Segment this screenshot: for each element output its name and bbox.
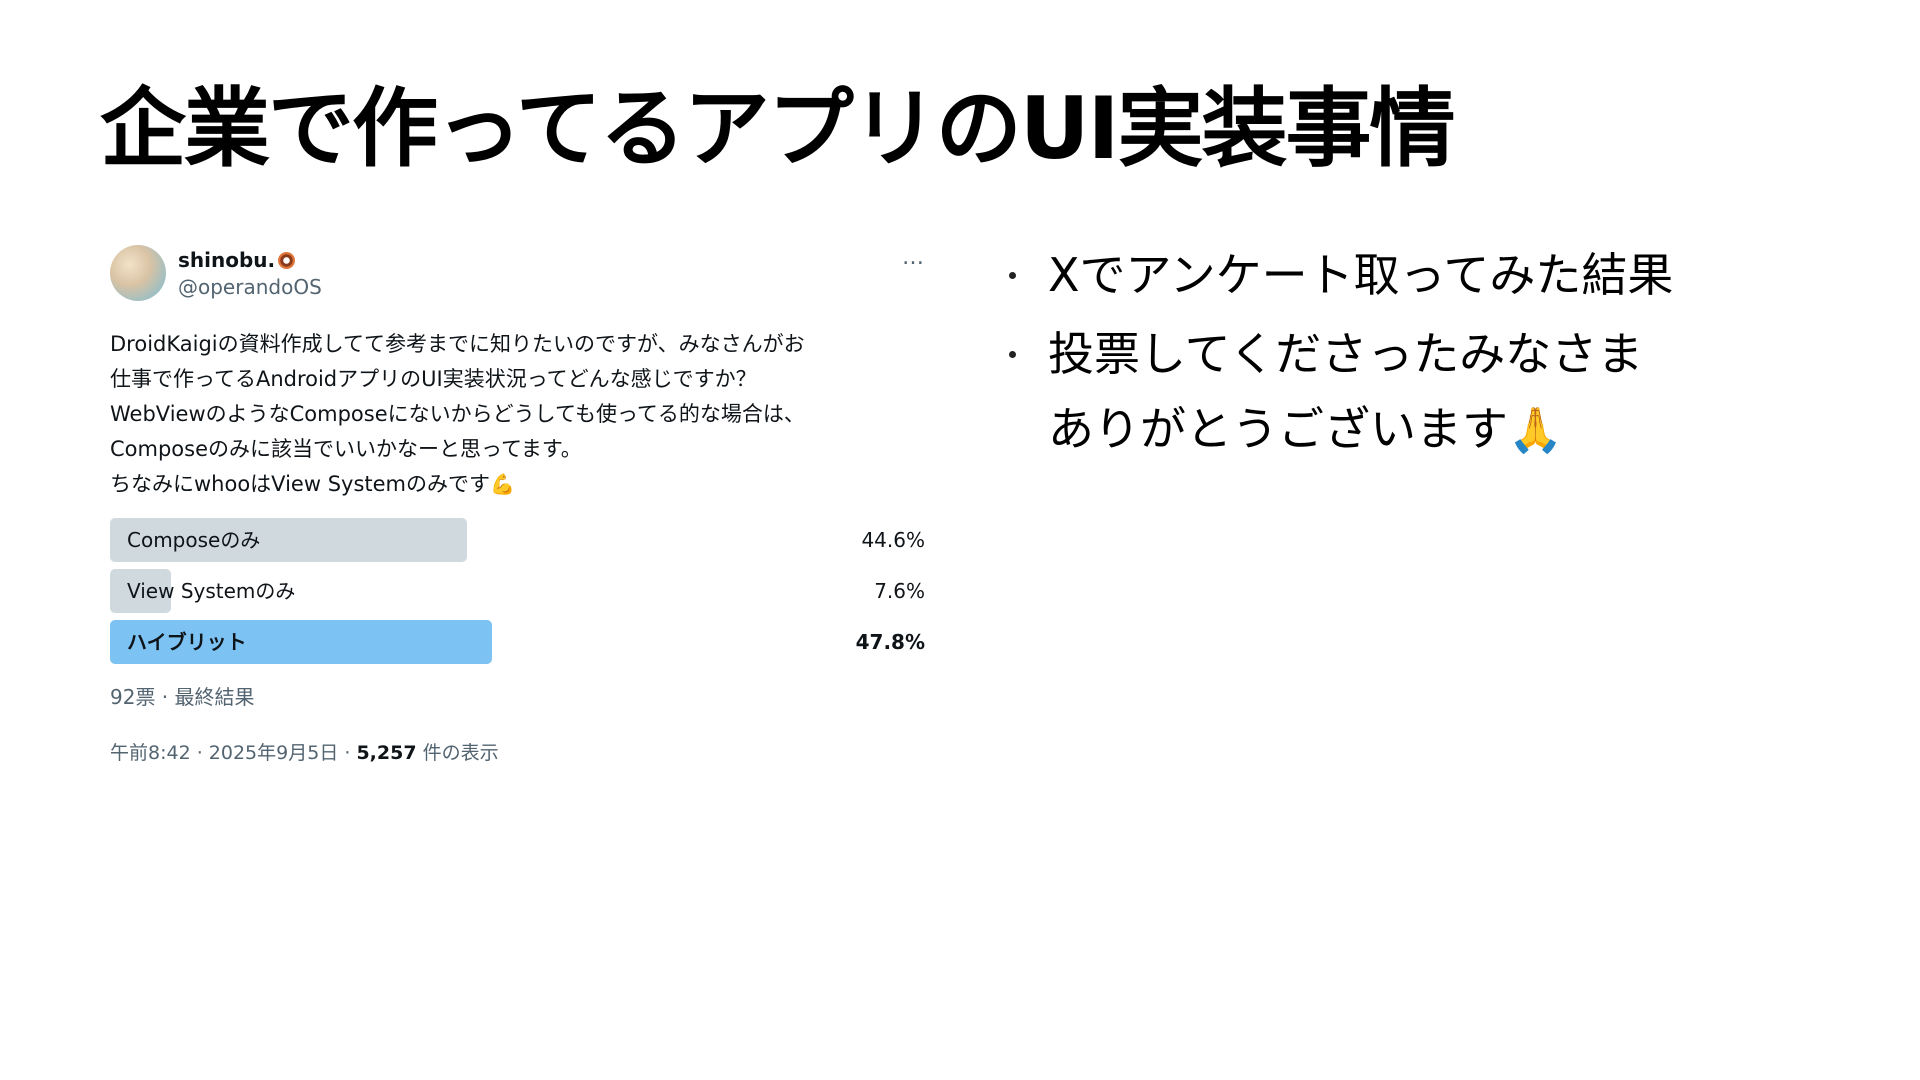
tweet-card: shinobu. @operandoOS … DroidKaigiの資料作成して… xyxy=(110,245,925,765)
view-count-label: 件の表示 xyxy=(416,742,499,764)
poll-option-percent: 44.6% xyxy=(861,528,925,552)
tweet-header: shinobu. @operandoOS … xyxy=(110,245,925,305)
poll-option-compose: Composeのみ 44.6% xyxy=(110,518,925,562)
bullet-text: Xでアンケート取ってみた結果 xyxy=(1048,248,1674,302)
folded-hands-icon: 🙏 xyxy=(1508,405,1563,456)
poll-option-hybrid: ハイブリット 47.8% xyxy=(110,620,925,664)
user-name-text: shinobu. xyxy=(178,248,276,272)
bullet-dot xyxy=(1009,351,1016,358)
tweet-text-line-text: ちなみにwhooはView Systemのみです xyxy=(110,472,490,496)
slide-title: 企業で作ってるアプリのUI実装事情 xyxy=(100,79,1456,179)
tweet-timestamp[interactable]: 午前8:42 · 2025年9月5日 · xyxy=(110,742,356,764)
view-count: 5,257 xyxy=(356,742,417,764)
more-options-icon[interactable]: … xyxy=(902,245,925,270)
donut-icon xyxy=(278,252,296,269)
poll-option-percent: 7.6% xyxy=(874,579,925,603)
poll: Composeのみ 44.6% View Systemのみ 7.6% ハイブリッ… xyxy=(110,518,925,664)
user-handle[interactable]: @operandoOS xyxy=(178,275,322,299)
poll-option-label: ハイブリット xyxy=(127,630,247,654)
bullet-text-line-2: ありがとうございます🙏 xyxy=(1048,392,1883,468)
tweet-text: DroidKaigiの資料作成してて参考までに知りたいのですが、みなさんがお 仕… xyxy=(110,327,925,502)
bullet-list: Xでアンケート取ってみた結果 投票してくださったみなさま ありがとうございます🙏 xyxy=(1003,238,1883,468)
bullet-item: Xでアンケート取ってみた結果 xyxy=(1003,238,1883,313)
poll-option-percent: 47.8% xyxy=(855,630,925,654)
bullet-dot xyxy=(1009,272,1016,279)
tweet-text-line: 仕事で作ってるAndroidアプリのUI実装状況ってどんな感じですか？ xyxy=(110,367,757,391)
bullet-item: 投票してくださったみなさま ありがとうございます🙏 xyxy=(1003,317,1883,468)
poll-option-label: Composeのみ xyxy=(127,528,261,552)
bullet-text: 投票してくださったみなさま xyxy=(1048,327,1644,381)
user-name[interactable]: shinobu. xyxy=(178,248,296,272)
bullet-text: ありがとうございます xyxy=(1048,402,1508,456)
poll-option-view-system: View Systemのみ 7.6% xyxy=(110,569,925,613)
tweet-text-line: DroidKaigiの資料作成してて参考までに知りたいのですが、みなさんがお xyxy=(110,332,805,356)
tweet-text-line: WebViewのようなComposeにないからどうしても使ってる的な場合は、 xyxy=(110,402,805,426)
poll-meta: 92票 · 最終結果 xyxy=(110,685,255,709)
flexed-biceps-icon: 💪 xyxy=(490,472,515,496)
poll-option-label: View Systemのみ xyxy=(127,579,296,603)
tweet-text-line: ちなみにwhooはView Systemのみです💪 xyxy=(110,467,925,502)
avatar[interactable] xyxy=(110,245,166,301)
tweet-text-line: Composeのみに該当でいいかなーと思ってます。 xyxy=(110,437,582,461)
tweet-meta: 午前8:42 · 2025年9月5日 · 5,257 件の表示 xyxy=(110,738,925,765)
